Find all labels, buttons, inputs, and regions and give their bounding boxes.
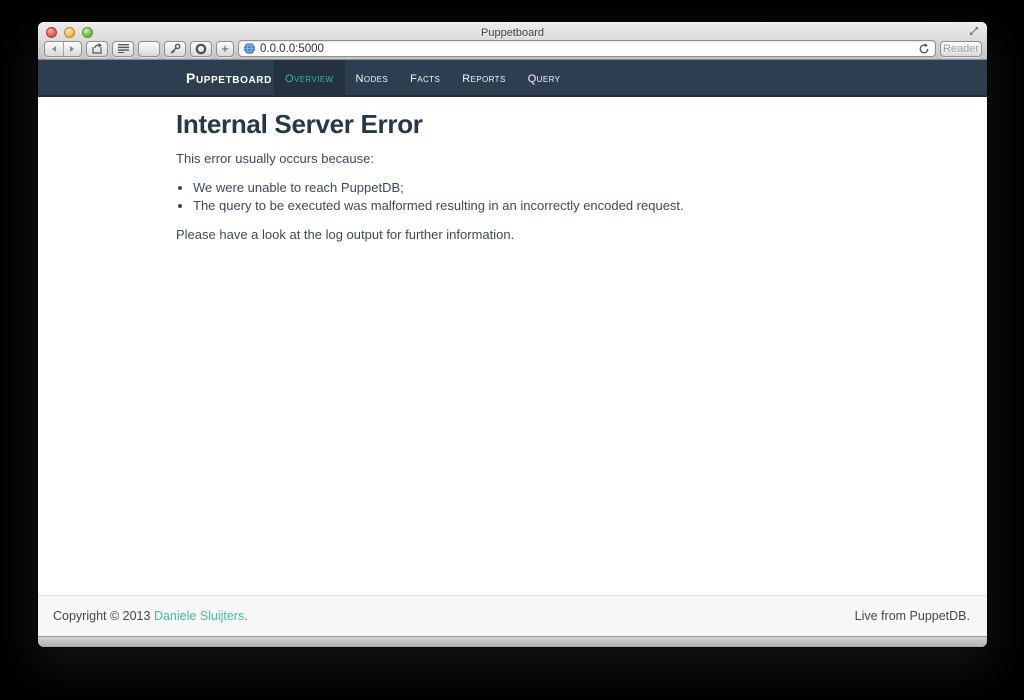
reading-list-button[interactable]: [112, 41, 134, 57]
window-title: Puppetboard: [481, 24, 544, 39]
reader-button[interactable]: Reader: [940, 41, 982, 57]
fullscreen-button[interactable]: [969, 26, 979, 36]
tab-overview[interactable]: Overview: [274, 60, 345, 97]
back-button[interactable]: [45, 42, 63, 56]
tab-reports[interactable]: Reports: [451, 60, 517, 97]
url-text: 0.0.0.0:5000: [260, 43, 913, 55]
author-link[interactable]: Daniele Sluijters: [154, 609, 244, 623]
reload-icon: [918, 43, 930, 55]
forward-arrow-icon: [68, 45, 76, 53]
navbar-brand[interactable]: Puppetboard: [186, 60, 272, 95]
history-nav-group: [44, 41, 82, 57]
error-outro: Please have a look at the log output for…: [176, 226, 947, 244]
live-from-puppetdb-text: Live from PuppetDB.: [855, 609, 970, 623]
address-bar[interactable]: 0.0.0.0:5000: [238, 40, 936, 57]
minimize-button[interactable]: [64, 27, 75, 38]
reload-button[interactable]: [918, 43, 930, 55]
browser-status-bar: [38, 636, 987, 647]
app-navbar: Puppetboard Overview Nodes Facts Reports…: [38, 60, 987, 97]
page-footer: Copyright © 2013 Daniele Sluijters. Live…: [38, 595, 987, 636]
close-button[interactable]: [46, 27, 57, 38]
blank-extension-button[interactable]: [138, 41, 160, 57]
tab-nodes[interactable]: Nodes: [345, 60, 400, 97]
ring-icon: [195, 43, 207, 55]
key-icon: [169, 43, 181, 55]
error-reason-item: We were unable to reach PuppetDB;: [193, 180, 947, 196]
tab-facts[interactable]: Facts: [399, 60, 451, 97]
forward-button[interactable]: [63, 42, 82, 56]
globe-favicon-icon: [244, 43, 255, 54]
reading-list-icon: [118, 44, 129, 53]
copyright-text: Copyright © 2013 Daniele Sluijters.: [53, 609, 248, 623]
browser-window: Puppetboard: [38, 22, 987, 647]
new-tab-button[interactable]: +: [216, 41, 234, 57]
tab-query[interactable]: Query: [517, 60, 572, 97]
back-arrow-icon: [50, 45, 58, 53]
key-extension-button[interactable]: [164, 41, 186, 57]
diagonal-arrows-icon: [969, 26, 979, 36]
error-reason-item: The query to be executed was malformed r…: [193, 198, 947, 214]
navbar-tabs: Overview Nodes Facts Reports Query: [274, 60, 571, 95]
title-bar[interactable]: Puppetboard: [38, 22, 987, 40]
error-heading: Internal Server Error: [176, 110, 947, 139]
share-icon: [91, 43, 103, 54]
error-intro: This error usually occurs because:: [176, 150, 947, 168]
copyright-suffix: .: [244, 609, 247, 623]
browser-toolbar: + 0.0.0.0:5000 Reader: [38, 40, 987, 60]
error-reason-list: We were unable to reach PuppetDB; The qu…: [176, 180, 947, 213]
traffic-lights: [46, 27, 93, 38]
plus-icon: +: [221, 42, 229, 56]
ring-extension-button[interactable]: [190, 41, 212, 57]
page-content: Internal Server Error This error usually…: [38, 97, 987, 595]
zoom-button[interactable]: [82, 27, 93, 38]
share-button[interactable]: [86, 41, 108, 57]
copyright-prefix: Copyright © 2013: [53, 609, 154, 623]
reader-button-label: Reader: [943, 43, 979, 55]
